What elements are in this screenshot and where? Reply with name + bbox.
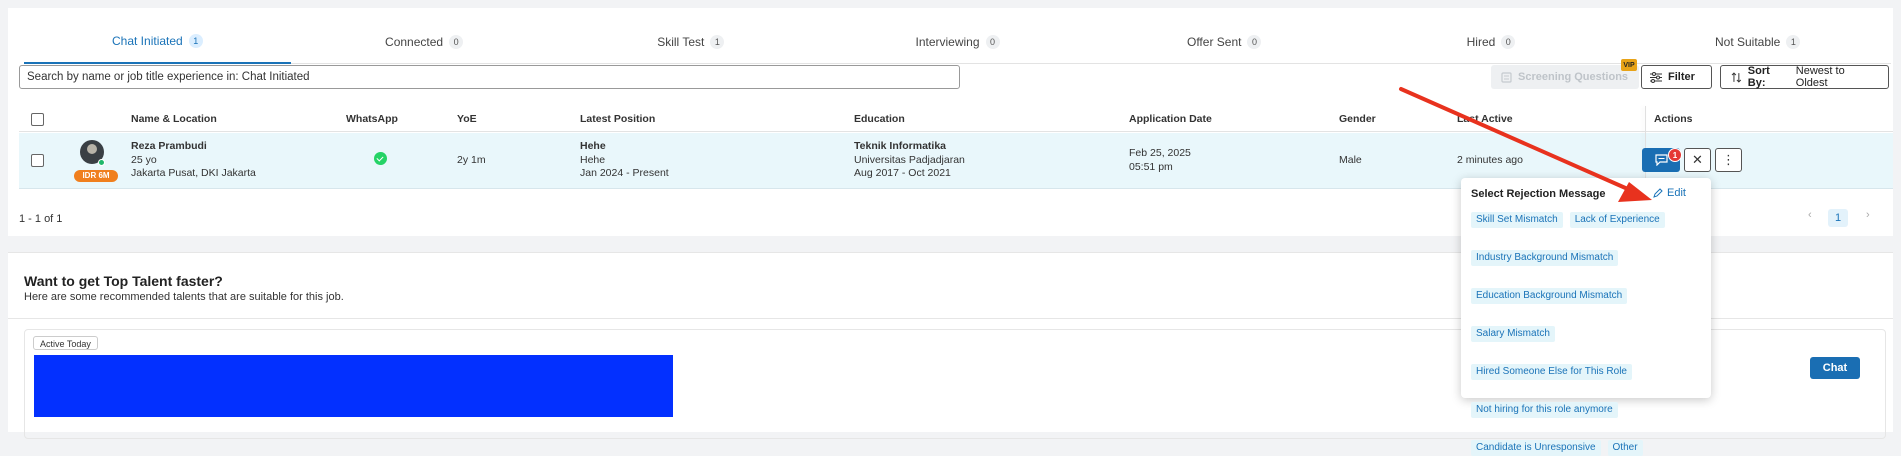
tab-count: 0 — [1501, 34, 1516, 49]
recommend-subtitle: Here are some recommended talents that a… — [24, 291, 344, 303]
rejection-option[interactable]: Skill Set Mismatch — [1471, 212, 1563, 228]
recommend-title: Want to get Top Talent faster? — [24, 273, 223, 289]
candidate-last-active: 2 minutes ago — [1457, 154, 1523, 166]
column-whatsapp: WhatsApp — [346, 113, 398, 125]
column-last-active: Last Active — [1457, 113, 1513, 125]
tab-offer-sent[interactable]: Offer Sent 0 — [1091, 20, 1358, 63]
screening-label: Screening Questions — [1518, 71, 1629, 83]
column-yoe: YoE — [457, 113, 477, 125]
tab-label: Hired — [1466, 34, 1496, 49]
status-tabs: Chat Initiated 1 Connected 0 Skill Test 1 I… — [24, 20, 1891, 64]
column-gender: Gender — [1339, 113, 1376, 125]
vip-badge: VIP — [1621, 59, 1637, 71]
screening-questions-button[interactable]: Screening Questions — [1491, 65, 1639, 89]
online-indicator — [98, 159, 105, 166]
position-title: Hehe — [580, 140, 606, 152]
tab-label: Chat Initiated — [112, 34, 183, 48]
position-period: Jan 2024 - Present — [580, 167, 669, 179]
rejection-options: Skill Set Mismatch Lack of Experience In… — [1471, 212, 1707, 456]
candidate-age: 25 yo — [131, 153, 157, 166]
pagination-range: 1 - 1 of 1 — [19, 213, 63, 225]
education-period: Aug 2017 - Oct 2021 — [854, 167, 951, 179]
more-vertical-icon: ⋮ — [1722, 152, 1735, 167]
education-school: Universitas Padjadjaran — [854, 153, 965, 166]
rejection-option[interactable]: Salary Mismatch — [1471, 326, 1555, 342]
rejection-option[interactable]: Education Background Mismatch — [1471, 288, 1628, 304]
talent-chat-button[interactable]: Chat — [1810, 357, 1860, 379]
edit-button[interactable]: Edit — [1653, 187, 1686, 199]
unread-badge: 1 — [1668, 148, 1682, 162]
filter-icon — [1650, 71, 1662, 83]
rejection-message-popup: Select Rejection Message Edit Skill Set … — [1461, 178, 1711, 456]
tab-not-suitable[interactable]: Not Suitable 1 — [1624, 20, 1891, 63]
tab-label: Offer Sent — [1186, 34, 1242, 49]
page-1-button[interactable]: 1 — [1828, 209, 1848, 227]
talent-preview-image — [34, 355, 673, 417]
application-date: Feb 25, 2025 — [1129, 147, 1191, 159]
screening-icon — [1501, 71, 1512, 83]
sort-prefix: Sort By: — [1747, 65, 1770, 89]
filter-label: Filter — [1668, 71, 1695, 83]
rejection-option[interactable]: Lack of Experience — [1569, 212, 1665, 228]
reject-button[interactable]: ✕ — [1684, 148, 1711, 172]
whatsapp-icon[interactable] — [374, 152, 387, 165]
filter-button[interactable]: Filter — [1641, 65, 1712, 89]
tab-count: 1 — [188, 34, 203, 48]
tab-label: Connected — [385, 34, 444, 49]
tab-count: 0 — [985, 34, 1000, 49]
tab-count: 1 — [1786, 34, 1801, 49]
sort-button[interactable]: Sort By: Newest to Oldest — [1720, 65, 1889, 89]
active-today-badge: Active Today — [33, 336, 98, 350]
rejection-option[interactable]: Industry Background Mismatch — [1471, 250, 1619, 266]
candidate-location: Jakarta Pusat, DKI Jakarta — [131, 167, 256, 179]
column-actions: Actions — [1654, 113, 1693, 125]
column-name: Name & Location — [131, 113, 217, 125]
tab-count: 1 — [710, 34, 725, 49]
tab-chat-initiated[interactable]: Chat Initiated 1 — [24, 20, 291, 64]
more-options-button[interactable]: ⋮ — [1715, 148, 1742, 172]
sort-value: Newest to Oldest — [1795, 65, 1845, 89]
select-all-checkbox[interactable] — [31, 113, 44, 126]
sort-icon — [1731, 71, 1742, 83]
tab-label: Interviewing — [915, 34, 980, 49]
pencil-icon — [1653, 188, 1663, 198]
edit-label: Edit — [1667, 187, 1686, 199]
prev-page-icon[interactable]: ‹ — [1808, 209, 1812, 221]
application-time: 05:51 pm — [1129, 160, 1173, 173]
salary-badge: IDR 6M — [74, 170, 118, 182]
candidate-name[interactable]: Reza Prambudi — [131, 140, 256, 154]
close-icon: ✕ — [1692, 152, 1703, 167]
next-page-icon[interactable]: › — [1866, 209, 1870, 221]
search-placeholder: Search by name or job title experience i… — [27, 71, 310, 83]
tab-skill-test[interactable]: Skill Test 1 — [557, 20, 824, 63]
tab-count: 0 — [1247, 34, 1262, 49]
search-input[interactable]: Search by name or job title experience i… — [19, 65, 960, 89]
candidate-yoe: 2y 1m — [457, 154, 486, 166]
row-checkbox[interactable] — [31, 154, 44, 167]
column-application-date: Application Date — [1129, 113, 1212, 125]
position-company: Hehe — [580, 153, 606, 166]
chat-icon — [1654, 154, 1668, 166]
column-position: Latest Position — [580, 113, 656, 125]
table-header: Name & Location WhatsApp YoE Latest Posi… — [19, 106, 1893, 132]
candidate-gender: Male — [1339, 154, 1362, 166]
tab-label: Not Suitable — [1714, 34, 1781, 49]
rejection-option[interactable]: Hired Someone Else for This Role — [1471, 364, 1632, 380]
tab-hired[interactable]: Hired 0 — [1358, 20, 1625, 63]
tab-label: Skill Test — [657, 34, 705, 49]
tab-count: 0 — [449, 34, 464, 49]
rejection-option[interactable]: Not hiring for this role anymore — [1471, 402, 1618, 418]
tab-interviewing[interactable]: Interviewing 0 — [824, 20, 1091, 63]
column-education: Education — [854, 113, 905, 125]
tab-connected[interactable]: Connected 0 — [291, 20, 558, 63]
rejection-option[interactable]: Candidate is Unresponsive — [1471, 440, 1601, 456]
rejection-option[interactable]: Other — [1607, 440, 1643, 456]
education-major: Teknik Informatika — [854, 140, 946, 152]
rejection-title: Select Rejection Message — [1471, 188, 1606, 200]
